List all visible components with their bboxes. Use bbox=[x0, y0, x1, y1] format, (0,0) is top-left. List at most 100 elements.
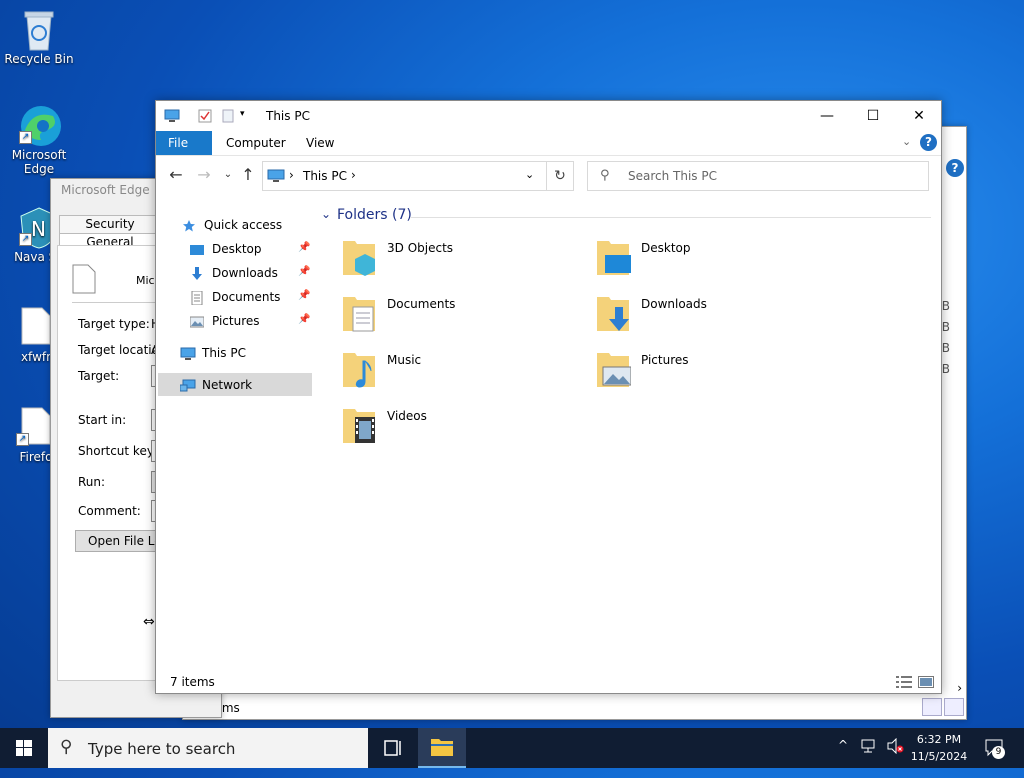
network-icon bbox=[179, 378, 196, 392]
nav-label: Quick access bbox=[204, 218, 283, 232]
network-status-icon[interactable] bbox=[860, 738, 878, 778]
comment-label: Comment: bbox=[78, 504, 141, 518]
folder-tile[interactable]: Pictures bbox=[595, 349, 835, 397]
nav-label: Desktop bbox=[212, 242, 262, 256]
file-explorer-taskbar-button[interactable] bbox=[418, 728, 466, 768]
tab-computer[interactable]: Computer bbox=[214, 131, 298, 155]
section-divider bbox=[411, 217, 931, 218]
start-button[interactable] bbox=[0, 728, 48, 768]
taskbar-search-box[interactable]: ⚲ Type here to search bbox=[48, 728, 368, 768]
expand-ribbon-icon[interactable]: ⌄ bbox=[902, 135, 911, 148]
taskbar-search-placeholder: Type here to search bbox=[88, 740, 236, 758]
help-button[interactable]: ? bbox=[946, 159, 964, 177]
taskbar: ⚲ Type here to search ^ 6:32 PM 11/5/202… bbox=[0, 728, 1024, 768]
folder-tile[interactable]: Downloads bbox=[595, 293, 835, 341]
pin-icon: 📌 bbox=[298, 242, 311, 253]
videos-folder-icon bbox=[341, 405, 377, 445]
window-title: This PC bbox=[266, 109, 310, 123]
forward-button[interactable]: → bbox=[194, 165, 214, 185]
task-view-button[interactable] bbox=[368, 728, 416, 768]
maximize-button[interactable]: ☐ bbox=[850, 101, 896, 131]
back-button[interactable]: ← bbox=[166, 165, 186, 185]
target-type-label: Target type: bbox=[78, 317, 150, 331]
this-pc-icon bbox=[164, 109, 180, 123]
shortcut-arrow-icon: ↗ bbox=[19, 233, 32, 246]
nav-label: Downloads bbox=[212, 266, 278, 280]
windows-logo-icon bbox=[16, 740, 32, 756]
new-folder-icon[interactable] bbox=[222, 109, 236, 123]
section-header[interactable]: Folders (7) bbox=[337, 207, 412, 223]
clock-date: 11/5/2024 bbox=[910, 750, 968, 763]
recent-locations-icon[interactable]: ⌄ bbox=[218, 165, 238, 185]
search-input[interactable]: ⚲ Search This PC bbox=[587, 161, 929, 191]
edge-icon: ↗ bbox=[19, 104, 61, 146]
desktop-icon-label: Microsoft Edge bbox=[11, 148, 67, 176]
folder-tile[interactable]: Videos bbox=[341, 405, 581, 453]
address-dropdown-icon[interactable]: ⌄ bbox=[525, 168, 534, 181]
help-button[interactable]: ? bbox=[920, 134, 937, 151]
folder-tile[interactable]: Desktop bbox=[595, 237, 835, 285]
target-label: Target: bbox=[78, 369, 120, 383]
documents-folder-icon bbox=[341, 293, 377, 333]
download-arrow-icon bbox=[190, 266, 204, 280]
search-icon: ⚲ bbox=[600, 168, 610, 183]
folder-name: Music bbox=[387, 353, 422, 367]
pictures-folder-icon bbox=[595, 349, 632, 389]
3d-objects-folder-icon bbox=[341, 237, 377, 277]
address-path[interactable]: This PC bbox=[303, 169, 347, 183]
document-icon bbox=[190, 290, 204, 306]
folder-tile[interactable]: 3D Objects bbox=[341, 237, 581, 285]
desktop-icon-edge[interactable]: ↗ Microsoft Edge bbox=[3, 104, 75, 176]
shortcut-arrow-icon: ↗ bbox=[16, 433, 29, 446]
desktop-icon bbox=[190, 242, 204, 256]
start-in-label: Start in: bbox=[78, 413, 127, 427]
customize-toolbar-icon[interactable]: ▾ bbox=[240, 109, 254, 123]
address-bar[interactable]: › This PC › ⌄ bbox=[262, 161, 574, 191]
svg-text:N: N bbox=[31, 217, 46, 241]
file-explorer-icon bbox=[431, 739, 453, 756]
details-view-icon[interactable] bbox=[896, 676, 912, 688]
search-placeholder: Search This PC bbox=[628, 169, 717, 183]
task-view-icon bbox=[384, 740, 401, 756]
tab-view[interactable]: View bbox=[294, 131, 346, 155]
close-button[interactable]: ✕ bbox=[896, 101, 942, 131]
up-button[interactable]: ↑ bbox=[238, 165, 258, 185]
nav-label: Network bbox=[202, 378, 253, 392]
minimize-button[interactable]: — bbox=[804, 101, 850, 131]
details-view-icon[interactable] bbox=[922, 698, 942, 716]
desktop-icon-recycle-bin[interactable]: Recycle Bin bbox=[3, 8, 75, 66]
content-area: ⌄ Folders (7) 3D Objects Desktop Documen… bbox=[321, 205, 931, 645]
properties-icon[interactable] bbox=[198, 109, 212, 123]
desktop-folder-icon bbox=[595, 237, 631, 277]
music-folder-icon bbox=[341, 349, 377, 389]
show-hidden-icons-button[interactable]: ^ bbox=[838, 738, 848, 778]
breadcrumb-separator-icon[interactable]: › bbox=[351, 168, 356, 182]
refresh-button[interactable]: ↻ bbox=[546, 161, 574, 191]
tab-security[interactable]: Security bbox=[59, 215, 161, 234]
large-icons-view-icon[interactable] bbox=[918, 676, 934, 688]
scroll-right-icon[interactable]: › bbox=[957, 681, 962, 695]
breadcrumb-separator-icon[interactable]: › bbox=[289, 168, 294, 182]
collapse-chevron-icon[interactable]: ⌄ bbox=[321, 207, 331, 221]
tab-file[interactable]: File bbox=[156, 131, 212, 155]
folder-name: Pictures bbox=[641, 353, 689, 367]
recycle-bin-icon bbox=[19, 8, 59, 51]
folder-name: Desktop bbox=[641, 241, 691, 255]
folder-tile[interactable]: Documents bbox=[341, 293, 581, 341]
run-label: Run: bbox=[78, 475, 106, 489]
folder-name: Documents bbox=[387, 297, 456, 311]
clock[interactable]: 6:32 PM 11/5/2024 bbox=[905, 731, 973, 765]
volume-muted-icon[interactable] bbox=[886, 737, 904, 778]
large-icons-view-icon[interactable] bbox=[944, 698, 964, 716]
action-center-button[interactable]: 9 bbox=[984, 737, 1006, 759]
pin-icon: 📌 bbox=[298, 314, 311, 325]
pin-icon: 📌 bbox=[298, 290, 311, 301]
folder-tile[interactable]: Music bbox=[341, 349, 581, 397]
nav-label: Documents bbox=[212, 290, 281, 304]
star-icon bbox=[182, 218, 196, 232]
nav-label: Pictures bbox=[212, 314, 260, 328]
folder-name: Downloads bbox=[641, 297, 707, 311]
title-bar[interactable]: ▾ This PC — ☐ ✕ bbox=[156, 101, 941, 131]
resize-cursor-icon: ⇔ bbox=[143, 614, 155, 630]
explorer-window[interactable]: ▾ This PC — ☐ ✕ File Computer View ⌄ ? ←… bbox=[155, 100, 942, 694]
